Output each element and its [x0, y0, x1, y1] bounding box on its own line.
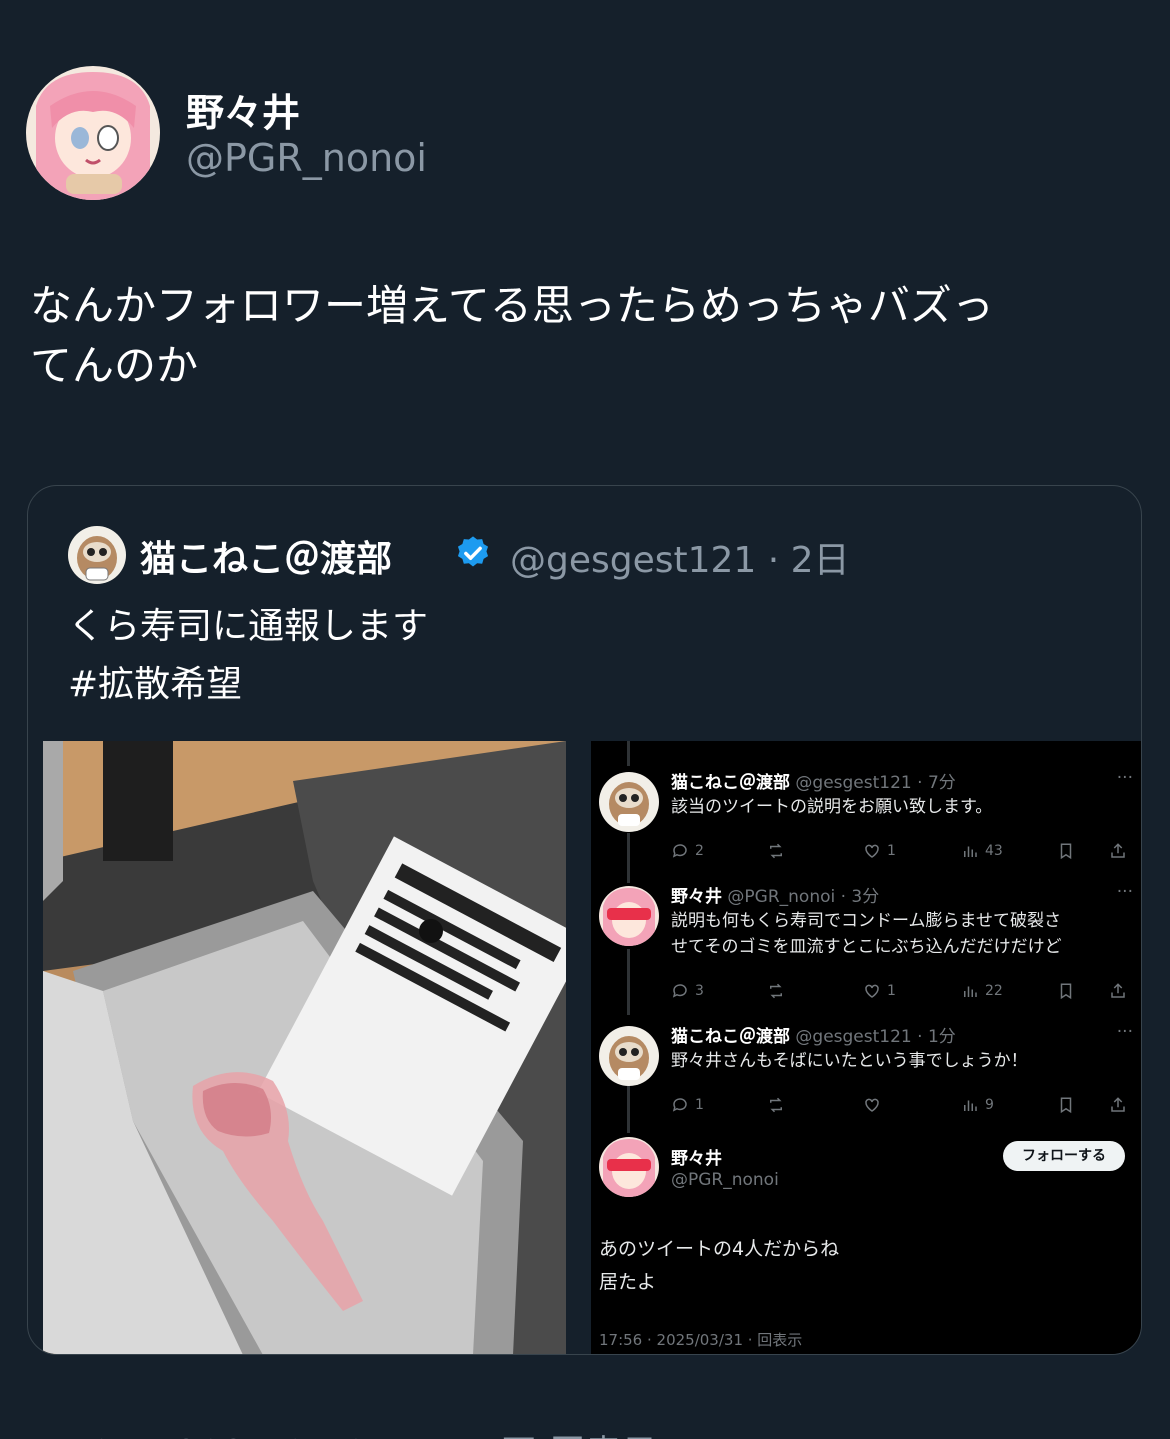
- share-icon: [1109, 982, 1127, 1000]
- like-icon: 1: [863, 842, 896, 860]
- views-icon: 9: [961, 1096, 994, 1114]
- reply-icon: 1: [671, 1096, 704, 1114]
- views-icon: 22: [961, 982, 1003, 1000]
- screenshot-main-text: あのツイートの4人だからね 居たよ: [599, 1238, 840, 1293]
- quoted-tweet-text: くら寿司に通報します #拡散希望: [68, 606, 429, 705]
- reply-text: 説明も何もくら寿司でコンドーム膨らませて破裂さ せてそのゴミを皿流すとこにぶち込…: [671, 911, 1062, 957]
- screenshot-main-handle: @PGR_nonoi: [671, 1170, 779, 1190]
- reply-icon: 2: [671, 842, 704, 860]
- author-handle[interactable]: @PGR_nonoi: [186, 136, 427, 180]
- tweet-timestamp-partial: 15:07 · 2025/04/01 · 144万 回表示: [30, 1427, 670, 1439]
- more-icon: ···: [1116, 882, 1133, 902]
- retweet-icon: [767, 982, 785, 1000]
- reply-icon: 3: [671, 982, 704, 1000]
- tweet-text: なんかフォロワー増えてる思ったらめっちゃバズっ てんのか: [30, 281, 994, 390]
- reply-text: 野々井さんもそばにいたという事でしょうか！: [671, 1051, 1028, 1071]
- screenshot-reply: 猫こねこ＠渡部 @gesgest121 · 1分 ··· 野々井さんもそばにいた…: [591, 1022, 1141, 1132]
- screenshot-reply: 猫こねこ＠渡部 @gesgest121 · 7分 ··· 該当のツイートの説明を…: [591, 768, 1141, 878]
- reply-avatar: [599, 1026, 659, 1086]
- quoted-tweet-card[interactable]: 猫こねこ＠渡部 @gesgest121 · 2日 くら寿司に通報します #拡散希…: [27, 485, 1142, 1355]
- screenshot-main-name: 野々井: [671, 1149, 722, 1169]
- reply-avatar: [599, 886, 659, 946]
- author-avatar[interactable]: [26, 66, 160, 200]
- more-icon: ···: [1116, 768, 1133, 788]
- screenshot-main-meta: 17:56 · 2025/03/31 · 回表示: [599, 1331, 803, 1349]
- reply-name: 猫こねこ＠渡部: [671, 1027, 790, 1047]
- screenshot-reply: 野々井 @PGR_nonoi · 3分 ··· 説明も何もくら寿司でコンドーム膨…: [591, 882, 1141, 1012]
- retweet-icon: [767, 1096, 785, 1114]
- bookmark-icon: [1057, 982, 1075, 1000]
- like-icon: [863, 1096, 887, 1114]
- more-icon: ···: [1116, 1022, 1133, 1042]
- screenshot-main-avatar: [599, 1137, 659, 1197]
- quoted-photo[interactable]: [43, 741, 566, 1354]
- quoted-author-meta: @gesgest121 · 2日: [510, 540, 850, 581]
- quoted-author-avatar[interactable]: [68, 526, 126, 584]
- quoted-screenshot[interactable]: 猫こねこ＠渡部 @gesgest121 · 7分 ··· 該当のツイートの説明を…: [591, 741, 1141, 1354]
- reply-meta: @PGR_nonoi · 3分: [727, 887, 880, 907]
- reply-meta: @gesgest121 · 1分: [795, 1027, 956, 1047]
- reply-text: 該当のツイートの説明をお願い致します。: [671, 797, 993, 817]
- author-name[interactable]: 野々井: [186, 82, 300, 137]
- screenshot-follow-button: フォローする: [1003, 1141, 1125, 1171]
- thread-line: [627, 741, 630, 766]
- quoted-author-name[interactable]: 猫こねこ＠渡部: [140, 530, 392, 582]
- verified-badge-icon: [454, 534, 492, 572]
- reply-name: 野々井: [671, 887, 722, 907]
- reply-name: 猫こねこ＠渡部: [671, 773, 790, 793]
- bookmark-icon: [1057, 842, 1075, 860]
- share-icon: [1109, 1096, 1127, 1114]
- retweet-icon: [767, 842, 785, 860]
- views-icon: 43: [961, 842, 1003, 860]
- share-icon: [1109, 842, 1127, 860]
- bookmark-icon: [1057, 1096, 1075, 1114]
- like-icon: 1: [863, 982, 896, 1000]
- reply-meta: @gesgest121 · 7分: [795, 773, 956, 793]
- reply-avatar: [599, 772, 659, 832]
